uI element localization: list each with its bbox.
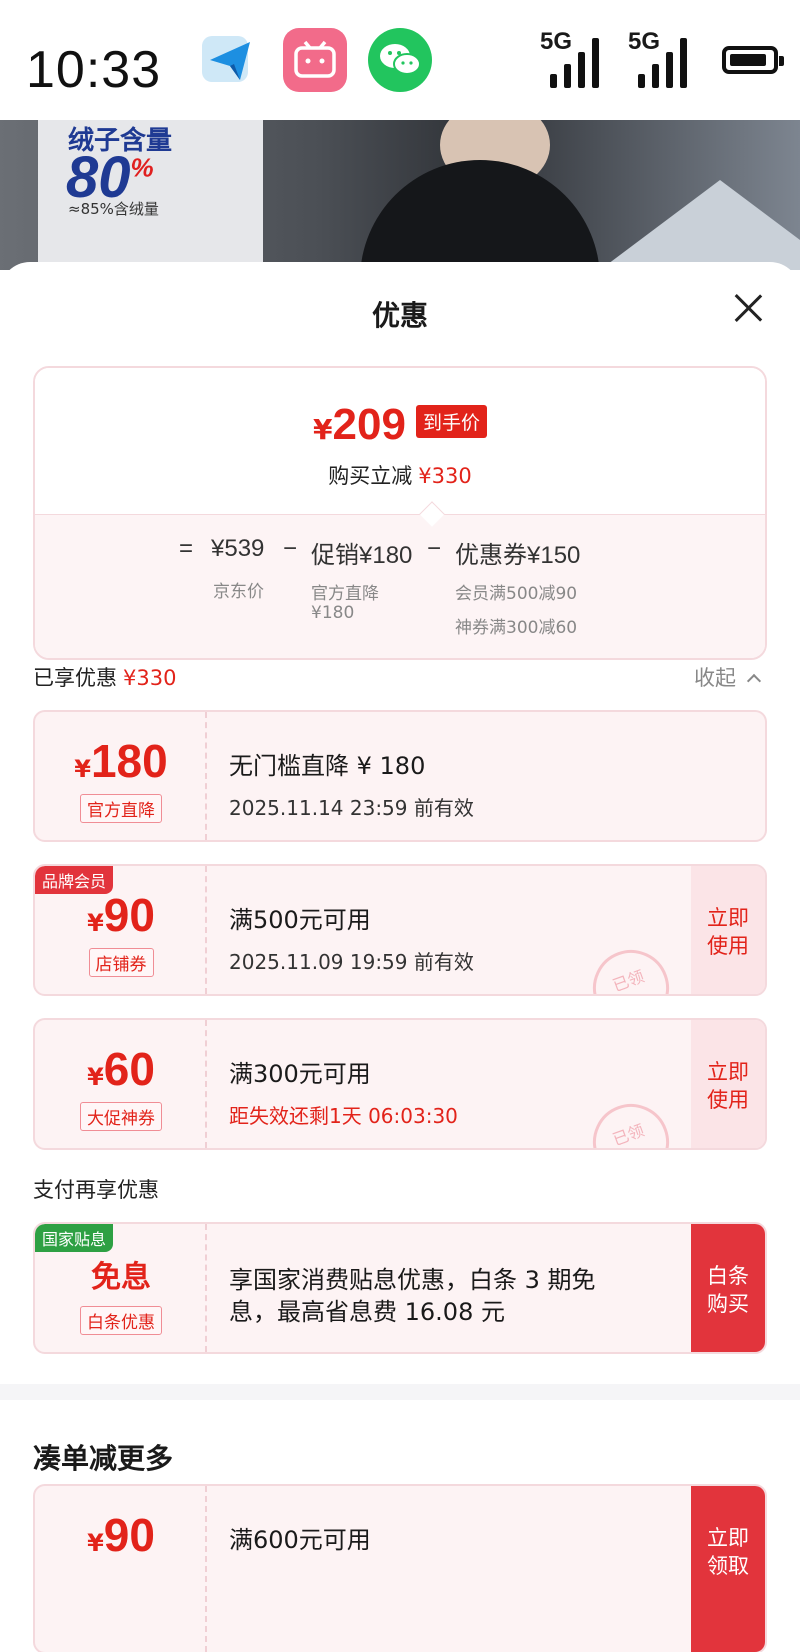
bilibili-icon [283, 28, 347, 92]
minus-sign: − [283, 535, 298, 562]
coupon-amount: ¥90 [87, 889, 155, 941]
coupon-value-area: ¥180 官方直降 [35, 712, 207, 840]
sheet-title: 优惠 [371, 299, 428, 332]
close-icon[interactable] [728, 288, 768, 328]
wechat-icon [368, 28, 432, 92]
battery-icon [722, 46, 784, 74]
coupon-label-1: 会员满500减90 [455, 584, 578, 604]
price-breakdown: = ¥539 − 促销¥180 − 优惠券¥150 京东价 官方直降 ¥180 … [35, 501, 765, 658]
collapse-label: 收起 [694, 666, 736, 690]
promo-value-label: ¥180 [311, 603, 355, 623]
coupon-type-tag: 官方直降 [80, 794, 162, 823]
final-price-tag: 到手价 [415, 405, 487, 438]
coupon-card: ¥90 满600元可用 立即 领取 [33, 1484, 767, 1652]
coupon-title: 满500元可用 [229, 906, 371, 934]
product-spec-panel: 绒子含量 80% ≈85%含绒量 [38, 120, 263, 270]
coupon-countdown: 距失效还剩1天 06:03:30 [229, 1104, 458, 1128]
promo-label: 官方直降 [311, 584, 379, 604]
coupon-title: 满600元可用 [229, 1526, 371, 1554]
mountain-backdrop [600, 180, 800, 270]
network-type-label: 5G [628, 28, 661, 55]
coupon-expiry: 2025.11.14 23:59 前有效 [229, 796, 474, 820]
model-jacket [360, 160, 600, 270]
enjoyed-amount: ¥330 [123, 666, 177, 690]
member-badge: 品牌会员 [35, 866, 114, 894]
spec-note: ≈85%含绒量 [68, 200, 159, 218]
coupon-card: ¥90 店铺券 品牌会员 满500元可用 2025.11.09 19:59 前有… [33, 864, 767, 996]
price-summary-card: ¥209 到手价 购买立减 ¥330 = ¥539 − 促销¥180 − 优惠券¥1… [33, 366, 767, 660]
more-deals-header: 凑单减更多 [33, 1442, 174, 1475]
coupon-card: ¥60 大促神券 满300元可用 距失效还剩1天 06:03:30 已领 立即使… [33, 1018, 767, 1150]
coupon-amount: ¥180 [74, 735, 168, 787]
equals-sign: = [179, 535, 194, 562]
final-price-area: ¥209 到手价 购买立减 ¥330 [35, 368, 765, 514]
baitiao-buy-button[interactable]: 白条 购买 [691, 1224, 765, 1352]
coupon-type-tag: 店铺券 [88, 948, 154, 977]
pay-discount-header: 支付再享优惠 [33, 1178, 159, 1202]
status-bar: 10:33 5G 5G [0, 0, 800, 120]
subsidy-badge: 国家贴息 [35, 1224, 114, 1252]
currency-symbol: ¥ [313, 413, 333, 446]
coupon-expiry: 2025.11.09 19:59 前有效 [229, 950, 474, 974]
discount-sheet: 优惠 ¥209 到手价 购买立减 ¥330 = ¥539 − 促销¥180 − 优惠… [0, 262, 800, 1652]
promo-amount: 促销¥180 [311, 542, 413, 569]
chevron-up-icon [746, 673, 761, 689]
claimed-stamp: 已领 [582, 1093, 680, 1148]
coupon-type-tag: 白条优惠 [80, 1306, 162, 1335]
cellular-signal-icon: 5G [628, 28, 700, 92]
base-price: ¥539 [211, 535, 265, 562]
use-now-button[interactable]: 立即 使用 [691, 866, 765, 994]
coupon-title: 满300元可用 [229, 1060, 371, 1088]
final-price-row: ¥209 到手价 [35, 400, 765, 450]
coupon-value-area: ¥90 [35, 1486, 207, 1652]
base-price-label: 京东价 [213, 582, 264, 602]
enjoyed-discount-header: 已享优惠 ¥330 [33, 662, 176, 692]
use-now-button[interactable]: 立即 使用 [691, 1020, 765, 1148]
baitiao-card: 免息 白条优惠 国家贴息 享国家消费贴息优惠，白条 3 期免 息，最高省息费 1… [33, 1222, 767, 1354]
claimed-stamp: 已领 [582, 939, 680, 994]
claim-now-button[interactable]: 立即 领取 [691, 1486, 765, 1652]
reduction-amount: ¥330 [418, 464, 472, 488]
final-price: 209 [332, 400, 406, 449]
baitiao-desc-line2: 息，最高省息费 16.08 元 [229, 1298, 505, 1326]
network-type-label: 5G [540, 28, 573, 55]
coupon-title: 无门槛直降 ¥ 180 [229, 752, 426, 780]
minus-sign: − [427, 535, 442, 562]
baitiao-desc-line1: 享国家消费贴息优惠，白条 3 期免 [229, 1266, 596, 1294]
coupon-amount: ¥90 [87, 1509, 155, 1561]
coupon-label-2: 神券满300减60 [455, 618, 578, 638]
telegram-icon [198, 28, 262, 92]
status-time: 10:33 [26, 41, 162, 99]
coupon-card: ¥180 官方直降 无门槛直降 ¥ 180 2025.11.14 23:59 前… [33, 710, 767, 842]
reduction-label: 购买立减 [328, 464, 413, 488]
coupon-amount: 优惠券¥150 [455, 542, 581, 569]
coupon-amount: ¥60 [87, 1043, 155, 1095]
cellular-signal-icon: 5G [540, 28, 612, 92]
coupon-value-area: ¥60 大促神券 [35, 1020, 207, 1148]
coupon-type-tag: 大促神券 [80, 1102, 162, 1131]
product-hero-image: 绒子含量 80% ≈85%含绒量 [0, 120, 800, 270]
collapse-button[interactable]: 收起 [694, 662, 761, 692]
coupon-amount: 免息 [91, 1260, 151, 1295]
section-divider [0, 1384, 800, 1400]
enjoyed-label: 已享优惠 [33, 666, 117, 690]
reduction-row: 购买立减 ¥330 [35, 460, 765, 490]
